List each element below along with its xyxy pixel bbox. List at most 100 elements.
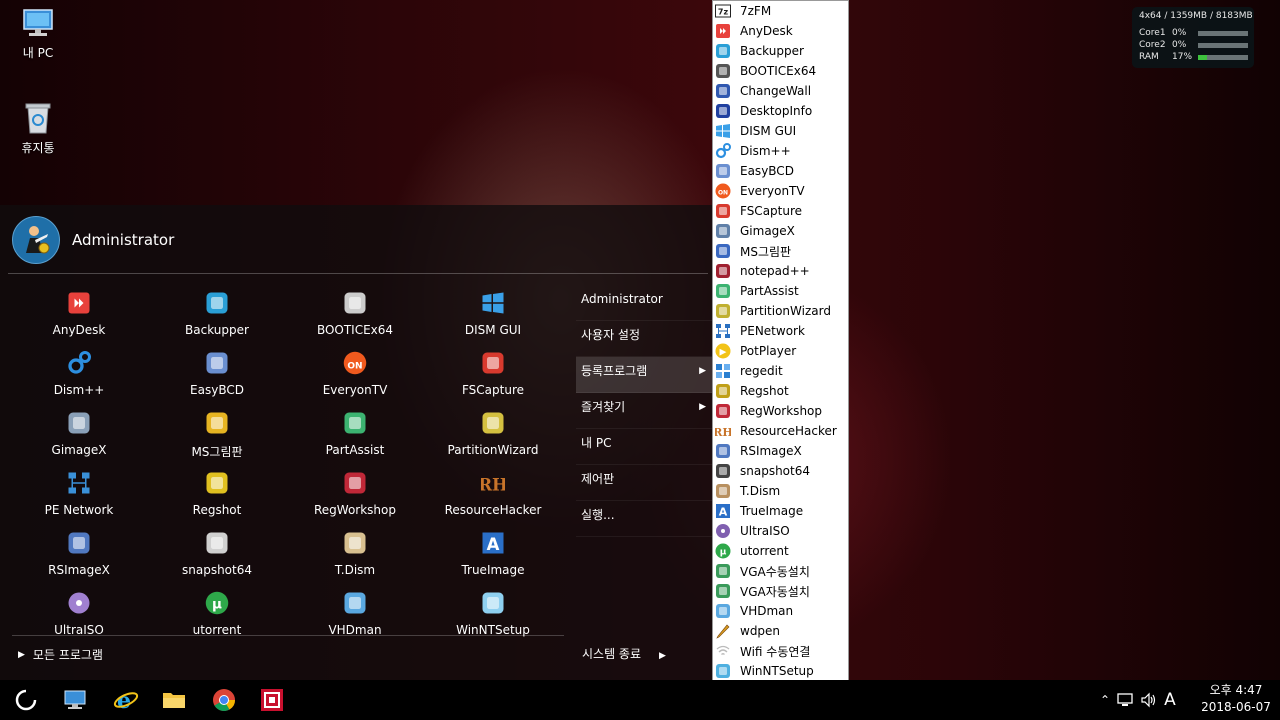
submenu-item[interactable]: VGA자동설치: [713, 581, 848, 601]
link-user-settings[interactable]: 사용자 설정: [576, 321, 712, 357]
rsimagex-icon: [68, 532, 90, 554]
taskbar-ie[interactable]: e: [102, 680, 150, 720]
app-tile-fscapture[interactable]: FSCapture: [424, 345, 562, 405]
submenu-item[interactable]: EasyBCD: [713, 161, 848, 181]
submenu-item[interactable]: Regshot: [713, 381, 848, 401]
submenu-item[interactable]: VGA수동설치: [713, 561, 848, 581]
app-tile-easybcd[interactable]: EasyBCD: [148, 345, 286, 405]
app-tile-rsimagex[interactable]: RSImageX: [10, 525, 148, 585]
gears-icon: [715, 143, 731, 159]
submenu-item[interactable]: AnyDesk: [713, 21, 848, 41]
app-tile-snapshot64[interactable]: snapshot64: [148, 525, 286, 585]
fscapture-icon: [716, 204, 730, 218]
app-tile-dism-[interactable]: Dism++: [10, 345, 148, 405]
submenu-item[interactable]: RH ResourceHacker: [713, 421, 848, 441]
app-tile-partassist[interactable]: PartAssist: [286, 405, 424, 465]
sysmon-label: RAM: [1139, 52, 1159, 62]
link-registered-programs[interactable]: 등록프로그램 ▶: [576, 357, 712, 393]
submenu-item[interactable]: ON EveryonTV: [713, 181, 848, 201]
chevron-up-icon[interactable]: ⌃: [1100, 693, 1110, 707]
app-tile-regworkshop[interactable]: RegWorkshop: [286, 465, 424, 525]
app-tile-utorrent[interactable]: µ utorrent: [148, 585, 286, 645]
taskbar-app[interactable]: [248, 680, 296, 720]
all-programs-button[interactable]: ▶ 모든 프로그램: [18, 646, 103, 663]
submenu-item[interactable]: µ utorrent: [713, 541, 848, 561]
submenu-item[interactable]: Backupper: [713, 41, 848, 61]
submenu-item[interactable]: Dism++: [713, 141, 848, 161]
submenu-item-label: DISM GUI: [740, 124, 797, 138]
ime-indicator[interactable]: A: [1164, 690, 1176, 710]
link-control-panel[interactable]: 제어판: [576, 465, 712, 501]
submenu-item[interactable]: PartAssist: [713, 281, 848, 301]
submenu-item[interactable]: notepad++: [713, 261, 848, 281]
submenu-item[interactable]: 7z 7zFM: [713, 1, 848, 21]
submenu-icon-wrapper: [715, 443, 731, 459]
wifi-icon: [716, 645, 730, 655]
submenu-item[interactable]: FSCapture: [713, 201, 848, 221]
link-favorites[interactable]: 즐겨찾기 ▶: [576, 393, 712, 429]
submenu-item[interactable]: DesktopInfo: [713, 101, 848, 121]
app-tile-everyontv[interactable]: ON EveryonTV: [286, 345, 424, 405]
submenu-item[interactable]: A TrueImage: [713, 501, 848, 521]
submenu-item-label: VHDman: [740, 604, 794, 618]
submenu-item[interactable]: RSImageX: [713, 441, 848, 461]
submenu-item[interactable]: WinNTSetup: [713, 661, 848, 681]
link-run[interactable]: 실행...: [576, 501, 712, 537]
link-my-pc[interactable]: 내 PC: [576, 429, 712, 465]
app-tile-trueimage[interactable]: A TrueImage: [424, 525, 562, 585]
app-tile-pe-network[interactable]: PE Network: [10, 465, 148, 525]
app-tile-partitionwizard[interactable]: PartitionWizard: [424, 405, 562, 465]
submenu-item[interactable]: PartitionWizard: [713, 301, 848, 321]
app-tile-gimagex[interactable]: GimageX: [10, 405, 148, 465]
app-icon-wrapper: [341, 529, 369, 557]
submenu-item[interactable]: Wifi 수동연결: [713, 641, 848, 661]
submenu-icon-wrapper: 7z: [715, 3, 731, 19]
submenu-item[interactable]: RegWorkshop: [713, 401, 848, 421]
volume-icon[interactable]: [1140, 692, 1158, 708]
submenu-item[interactable]: UltraISO: [713, 521, 848, 541]
submenu-item[interactable]: BOOTICEx64: [713, 61, 848, 81]
link-label: 제어판: [581, 472, 615, 486]
avatar: [12, 216, 60, 264]
submenu-item-label: notepad++: [740, 264, 810, 278]
submenu-item[interactable]: snapshot64: [713, 461, 848, 481]
app-tile-dism-gui[interactable]: DISM GUI: [424, 285, 562, 345]
app-tile-ultraiso[interactable]: UltraISO: [10, 585, 148, 645]
app-icon-wrapper: [203, 409, 231, 437]
submenu-item[interactable]: regedit: [713, 361, 848, 381]
submenu-icon-wrapper: [715, 23, 731, 39]
app-tile-winntsetup[interactable]: WinNTSetup: [424, 585, 562, 645]
app-tile-resourcehacker[interactable]: RH ResourceHacker: [424, 465, 562, 525]
submenu-item[interactable]: GimageX: [713, 221, 848, 241]
snapshot-icon: [206, 532, 228, 554]
taskbar-chrome[interactable]: [200, 680, 248, 720]
submenu-item[interactable]: ChangeWall: [713, 81, 848, 101]
submenu-item[interactable]: DISM GUI: [713, 121, 848, 141]
taskbar-explorer[interactable]: [150, 680, 198, 720]
app-tile-vhdman[interactable]: VHDman: [286, 585, 424, 645]
submenu-item[interactable]: wdpen: [713, 621, 848, 641]
app-tile-regshot[interactable]: Regshot: [148, 465, 286, 525]
submenu-item[interactable]: T.Dism: [713, 481, 848, 501]
desktop-icon-my-pc[interactable]: 내 PC: [3, 8, 73, 61]
app-tile-t-dism[interactable]: T.Dism: [286, 525, 424, 585]
submenu-icon-wrapper: [715, 583, 731, 599]
user-header[interactable]: Administrator: [12, 216, 702, 264]
submenu-item[interactable]: PENetwork: [713, 321, 848, 341]
start-button[interactable]: [2, 680, 50, 720]
app-tile-booticex64[interactable]: BOOTICEx64: [286, 285, 424, 345]
app-tile-backupper[interactable]: Backupper: [148, 285, 286, 345]
submenu-item[interactable]: VHDman: [713, 601, 848, 621]
network-tray-icon[interactable]: [1116, 692, 1134, 708]
desktop-icon-recycle-bin[interactable]: 휴지통: [3, 101, 73, 156]
clock[interactable]: 오후 4:47 2018-06-07: [1196, 682, 1276, 716]
submenu-item[interactable]: ▶ PotPlayer: [713, 341, 848, 361]
app-tile-anydesk[interactable]: AnyDesk: [10, 285, 148, 345]
submenu-item[interactable]: MS그림판: [713, 241, 848, 261]
app-tile-ms-[interactable]: MS그림판: [148, 405, 286, 465]
system-monitor-widget: 4x64 / 1359MB / 8183MB Core1 0% Core2 0%…: [1132, 7, 1254, 68]
app-icon: [261, 689, 283, 711]
taskbar-computer[interactable]: [52, 680, 100, 720]
link-administrator[interactable]: Administrator: [576, 285, 712, 321]
shutdown-button[interactable]: 시스템 종료 ▶: [582, 645, 666, 662]
